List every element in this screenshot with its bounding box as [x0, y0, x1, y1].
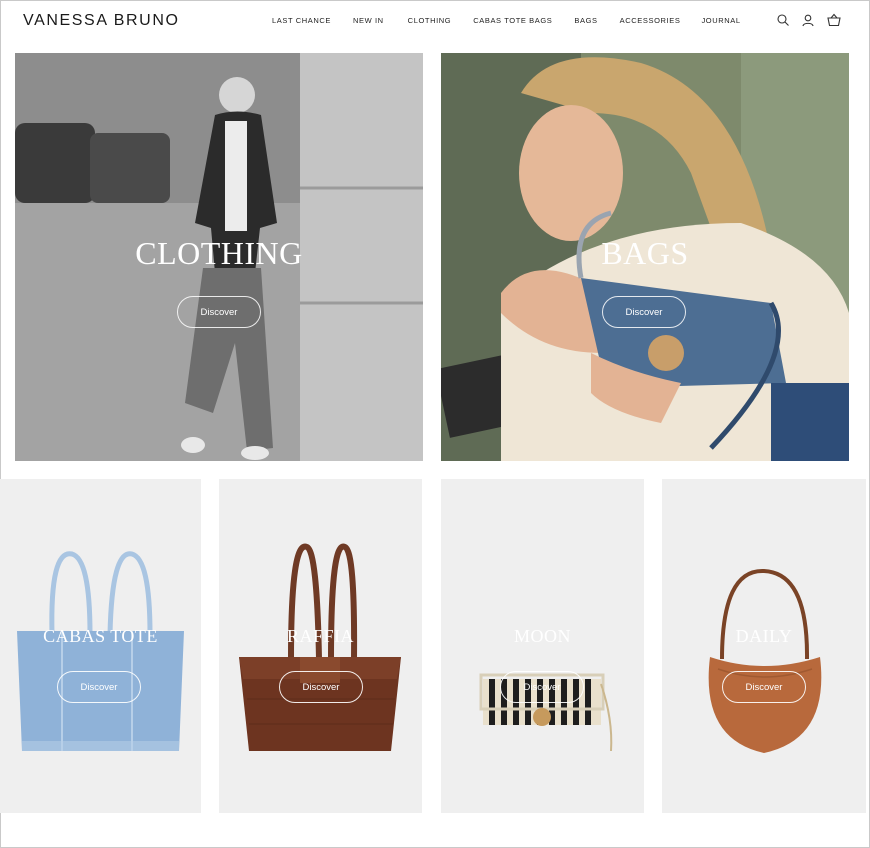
basket-icon[interactable] — [826, 13, 842, 29]
nav-item-bags[interactable]: BAGS — [574, 16, 597, 25]
nav-item-accessories[interactable]: ACCESSORIES — [620, 16, 681, 25]
tile-moon-title: MOON — [513, 626, 571, 646]
site-header: VANESSA BRUNO LAST CHANCE NEW IN CLOTHIN… — [0, 0, 870, 42]
hero-clothing-title: CLOTHING — [135, 235, 303, 271]
tile-cabas-tote-title: CABAS TOTE — [43, 626, 158, 646]
tile-cabas-tote-discover-button[interactable]: Discover — [57, 671, 141, 703]
tile-raffia[interactable]: RAFFIA Discover — [219, 479, 422, 813]
account-icon[interactable] — [801, 13, 817, 29]
nav-item-journal[interactable]: JOURNAL — [701, 16, 740, 25]
tile-raffia-discover-button[interactable]: Discover — [279, 671, 363, 703]
tile-daily[interactable]: DAILY Discover — [662, 479, 866, 813]
tile-cabas-tote[interactable]: CABAS TOTE Discover — [0, 479, 201, 813]
nav-item-cabas-tote-bags[interactable]: CABAS TOTE BAGS — [473, 16, 552, 25]
tile-moon[interactable]: MOON Discover — [441, 479, 644, 813]
nav-item-clothing[interactable]: CLOTHING — [408, 16, 452, 25]
search-icon[interactable] — [776, 13, 792, 29]
tile-raffia-title: RAFFIA — [286, 626, 355, 646]
hero-clothing-discover-button[interactable]: Discover — [177, 296, 261, 328]
hero-bags[interactable]: BAGS Discover — [441, 53, 849, 461]
hero-bags-discover-button[interactable]: Discover — [602, 296, 686, 328]
hero-bags-title: BAGS — [601, 235, 689, 271]
tile-daily-title: DAILY — [735, 626, 793, 646]
brand-logo[interactable]: VANESSA BRUNO — [23, 12, 180, 30]
nav-item-new-in[interactable]: NEW IN — [353, 16, 384, 25]
hero-clothing[interactable]: CLOTHING Discover — [15, 53, 423, 461]
header-icons — [776, 13, 851, 29]
main-nav: LAST CHANCE NEW IN CLOTHING CABAS TOTE B… — [272, 16, 741, 25]
tile-moon-discover-button[interactable]: Discover — [500, 671, 584, 703]
tile-daily-discover-button[interactable]: Discover — [722, 671, 806, 703]
nav-item-last-chance[interactable]: LAST CHANCE — [272, 16, 331, 25]
